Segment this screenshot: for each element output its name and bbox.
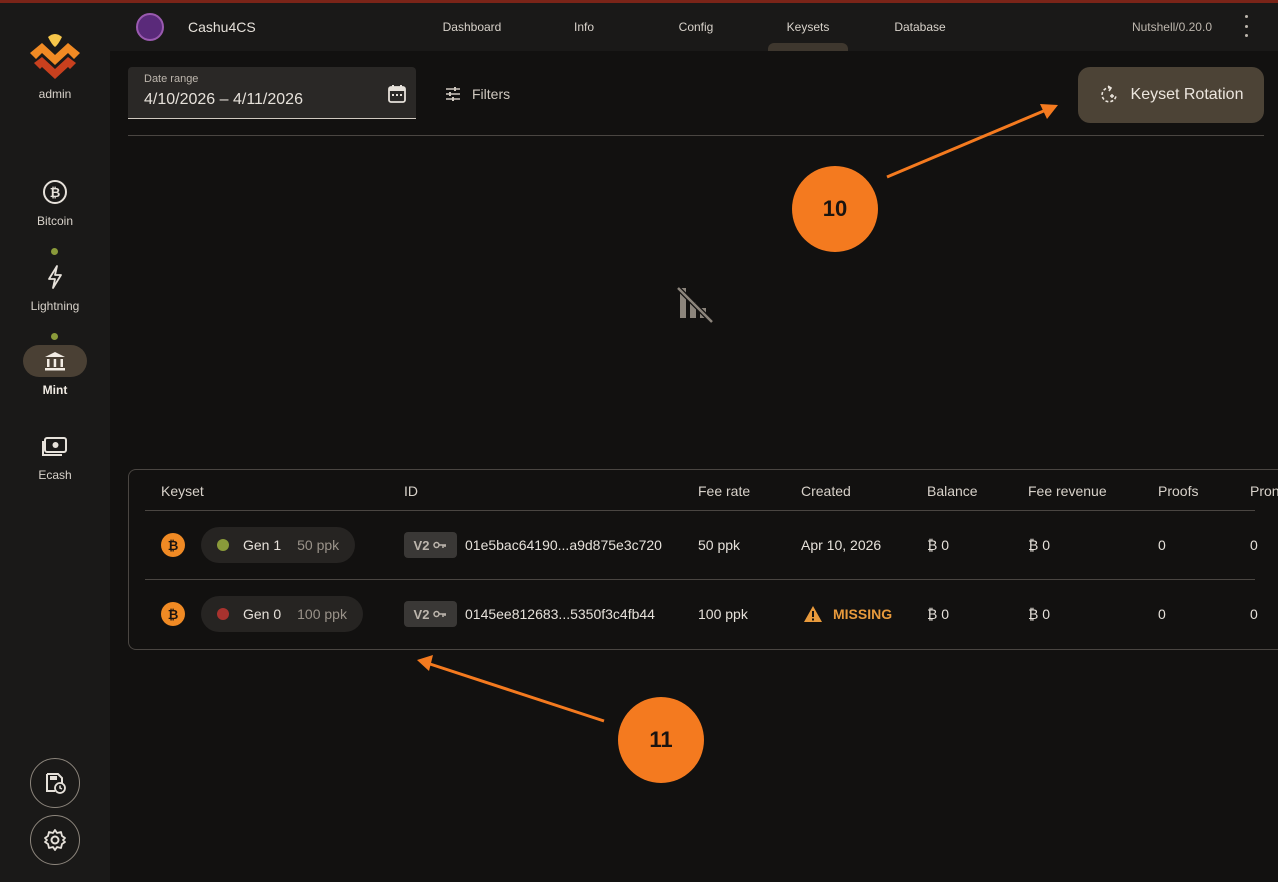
fee-rate-value: 100 ppk — [698, 606, 748, 622]
top-bar: Cashu4CS Dashboard Info Config Keysets D… — [110, 3, 1278, 51]
created-missing-status: MISSING — [803, 605, 892, 623]
fee-revenue-value: ₿ 0 — [1028, 606, 1051, 622]
pron-value: 0 — [1250, 606, 1258, 622]
tab-keysets[interactable]: Keysets — [763, 20, 853, 34]
date-range-field[interactable]: Date range 4/10/2026 – 4/11/2026 — [128, 67, 416, 119]
keyset-generation-pill: Gen 0 100 ppk — [201, 596, 363, 632]
pron-value: 0 — [1250, 537, 1258, 553]
sidebar-item-ecash[interactable]: Ecash — [0, 430, 110, 482]
tab-info[interactable]: Info — [539, 20, 629, 34]
bitcoin-unit-icon: ₿ — [161, 533, 185, 557]
sidebar-item-mint[interactable]: Mint — [0, 345, 110, 397]
lightning-status-dot — [51, 248, 58, 255]
keysets-table: Keyset ID Fee rate Created Balance Fee r… — [128, 469, 1278, 650]
key-icon — [433, 541, 447, 549]
annotation-badge-11: 11 — [618, 697, 704, 783]
no-chart-data-icon — [676, 286, 714, 324]
row-divider — [145, 579, 1255, 580]
bitcoin-icon: ₿ — [23, 176, 87, 208]
filters-button[interactable]: Filters — [444, 86, 510, 102]
inactive-status-dot — [217, 608, 229, 620]
version-chip: V2 — [404, 532, 457, 558]
arrow-to-rotation-button — [886, 108, 1047, 179]
column-header-pron[interactable]: Pron — [1250, 483, 1278, 499]
key-icon — [433, 610, 447, 618]
proofs-value: 0 — [1158, 606, 1166, 622]
created-value: Apr 10, 2026 — [801, 537, 882, 553]
generation-label: Gen 1 — [243, 537, 282, 553]
active-tab-indicator — [768, 43, 848, 51]
date-range-value: 4/10/2026 – 4/11/2026 — [144, 91, 303, 108]
backup-button[interactable] — [30, 758, 80, 808]
balance-value: ₿ 0 — [927, 606, 950, 622]
column-header-fee-rate[interactable]: Fee rate — [698, 483, 750, 499]
app-logo — [136, 13, 164, 41]
row-divider — [145, 649, 1255, 650]
column-header-fee-revenue[interactable]: Fee revenue — [1028, 483, 1107, 499]
version-label: Nutshell/0.20.0 — [1131, 20, 1212, 34]
generation-ppk: 100 ppk — [297, 606, 347, 622]
arrow-to-table — [429, 662, 605, 723]
warning-icon — [804, 606, 822, 622]
active-status-dot — [217, 539, 229, 551]
settings-icon — [44, 829, 66, 851]
keyset-id[interactable]: 01e5bac64190...a9d875e3c720 — [465, 537, 662, 553]
version-label: V2 — [413, 537, 430, 553]
balance-value: ₿ 0 — [927, 537, 950, 553]
section-divider — [128, 135, 1264, 136]
column-header-keyset[interactable]: Keyset — [161, 483, 204, 499]
version-label: V2 — [413, 606, 430, 622]
bank-icon — [23, 345, 87, 377]
more-menu-icon[interactable] — [1238, 15, 1254, 37]
keyset-id[interactable]: 0145ee812683...5350f3c4fb44 — [465, 606, 655, 622]
sidebar-item-label: Bitcoin — [36, 214, 74, 228]
fee-revenue-value: ₿ 0 — [1028, 537, 1051, 553]
date-range-label: Date range — [144, 73, 199, 85]
created-value: MISSING — [833, 606, 893, 622]
column-header-balance[interactable]: Balance — [927, 483, 978, 499]
user-label: admin — [38, 87, 72, 101]
lightning-icon — [23, 261, 87, 293]
fee-rate-value: 50 ppk — [698, 537, 741, 553]
rotate-icon — [1100, 85, 1117, 103]
sidebar-item-lightning[interactable]: Lightning — [0, 261, 110, 313]
sidebar-item-label: Mint — [42, 383, 68, 397]
bitcoin-unit-icon: ₿ — [161, 602, 185, 626]
filter-sliders-icon — [446, 87, 460, 101]
header-divider — [145, 510, 1255, 511]
keyset-rotation-button[interactable]: Keyset Rotation — [1078, 67, 1264, 123]
settings-button[interactable] — [30, 815, 80, 865]
sidebar-item-bitcoin[interactable]: ₿ Bitcoin — [0, 176, 110, 228]
tab-database[interactable]: Database — [875, 20, 965, 34]
filters-label: Filters — [472, 86, 511, 102]
column-header-created[interactable]: Created — [801, 483, 851, 499]
proofs-value: 0 — [1158, 537, 1166, 553]
mint-status-dot — [51, 333, 58, 340]
cash-icon — [23, 430, 87, 462]
sidebar-item-label: Lightning — [30, 299, 80, 313]
tab-dashboard[interactable]: Dashboard — [427, 20, 517, 34]
keyset-rotation-label: Keyset Rotation — [1130, 86, 1244, 103]
keyset-generation-pill: Gen 1 50 ppk — [201, 527, 356, 563]
column-header-id[interactable]: ID — [404, 483, 418, 499]
version-chip: V2 — [404, 601, 457, 627]
calendar-icon[interactable] — [386, 83, 408, 105]
svg-text:₿: ₿ — [50, 186, 61, 201]
arrowhead-icon — [1040, 104, 1058, 119]
app-title: Cashu4CS — [188, 19, 256, 35]
column-header-proofs[interactable]: Proofs — [1158, 483, 1198, 499]
tab-config[interactable]: Config — [651, 20, 741, 34]
generation-ppk: 50 ppk — [297, 537, 340, 553]
sidebar: admin ₿ Bitcoin Lightning Mint Ecash — [0, 3, 110, 882]
annotation-badge-10: 10 — [792, 166, 878, 252]
arrowhead-icon — [417, 655, 433, 671]
sidebar-item-label: Ecash — [38, 468, 72, 482]
generation-label: Gen 0 — [243, 606, 282, 622]
save-clock-icon — [46, 773, 66, 794]
brand-logo — [30, 34, 80, 79]
